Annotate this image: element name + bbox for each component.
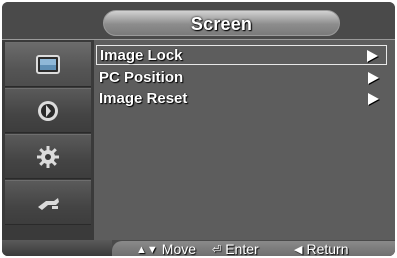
input-plug-icon — [38, 198, 59, 210]
enter-hint: ⏎ Enter — [212, 241, 259, 256]
footer-hints: ▲▼ Move ⏎ Enter ◀ Return — [112, 241, 395, 256]
chevron-right-icon — [367, 50, 378, 62]
left-arrow-icon: ◀ — [294, 244, 303, 256]
footer-left — [2, 240, 112, 256]
menu-item-image-lock[interactable]: Image Lock — [96, 45, 387, 65]
sidebar-item-sound[interactable] — [5, 88, 91, 133]
title-pill: Screen — [103, 10, 340, 36]
menu-item-label: PC Position — [99, 69, 184, 86]
sound-icon — [38, 101, 58, 121]
setup-gear-icon — [37, 146, 59, 168]
sidebar-item-input[interactable] — [5, 180, 91, 225]
move-hint: ▲▼ Move — [136, 241, 196, 256]
picture-icon — [36, 55, 60, 74]
menu-item-label: Image Reset — [99, 90, 188, 107]
sidebar-item-setup[interactable] — [5, 134, 91, 179]
return-label: Return — [306, 241, 349, 256]
sidebar — [2, 40, 94, 240]
menu-item-image-reset[interactable]: Image Reset — [96, 89, 387, 109]
page-title: Screen — [190, 14, 253, 34]
up-down-arrow-icon: ▲▼ — [136, 244, 158, 256]
tv-osd-window: Screen Image Lock PC Position Image Rese… — [2, 2, 395, 256]
move-label: Move — [161, 241, 197, 256]
enter-label: Enter — [225, 241, 259, 256]
footer: ▲▼ Move ⏎ Enter ◀ Return — [2, 240, 395, 256]
chevron-right-icon — [368, 72, 379, 84]
title-bar: Screen — [2, 2, 395, 40]
chevron-right-icon — [368, 93, 379, 105]
menu-item-label: Image Lock — [100, 47, 183, 64]
menu-area: Image Lock PC Position Image Reset — [94, 40, 395, 240]
menu-item-pc-position[interactable]: PC Position — [96, 68, 387, 88]
return-hint: ◀ Return — [294, 241, 349, 256]
sidebar-item-picture[interactable] — [5, 42, 91, 87]
enter-icon: ⏎ — [212, 244, 222, 256]
